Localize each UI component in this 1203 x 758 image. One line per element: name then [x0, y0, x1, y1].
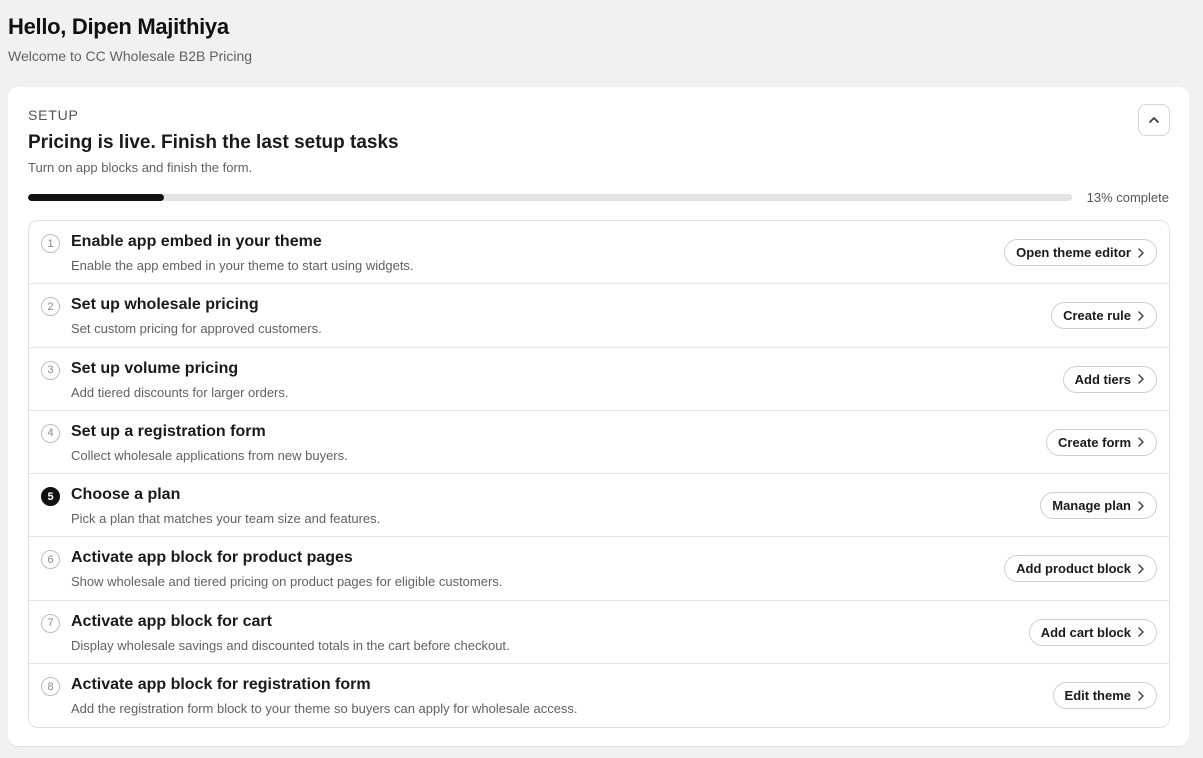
task-list: 1 Enable app embed in your theme Enable … — [28, 220, 1170, 729]
page-header: Hello, Dipen Majithiya Welcome to CC Who… — [8, 14, 252, 64]
setup-card: SETUP Pricing is live. Finish the last s… — [8, 87, 1189, 746]
chevron-up-icon — [1149, 117, 1159, 123]
task-row: 1 Enable app embed in your theme Enable … — [29, 221, 1169, 285]
task-description: Display wholesale savings and discounted… — [71, 637, 510, 653]
task-title: Activate app block for cart — [71, 612, 272, 630]
task-description: Show wholesale and tiered pricing on pro… — [71, 574, 503, 590]
task-step-number: 2 — [41, 297, 60, 317]
progress-bar — [28, 194, 1072, 201]
task-action-label: Edit theme — [1064, 688, 1131, 704]
task-action-label: Manage plan — [1052, 498, 1131, 514]
task-step-number: 1 — [41, 234, 60, 253]
chevron-right-icon — [1138, 311, 1144, 321]
task-step-number: 5 — [41, 487, 60, 507]
chevron-right-icon — [1138, 564, 1144, 574]
chevron-right-icon — [1138, 437, 1144, 448]
welcome-text: Welcome to CC Wholesale B2B Pricing — [8, 48, 253, 64]
task-step-number: 4 — [41, 423, 60, 443]
task-action-button[interactable]: Create form — [1046, 428, 1157, 456]
chevron-right-icon — [1138, 374, 1144, 384]
progress-text: 13% complete — [1086, 190, 1169, 205]
task-action-label: Add product block — [1016, 561, 1131, 577]
setup-title: Pricing is live. Finish the last setup t… — [28, 132, 399, 153]
task-description: Collect wholesale applications from new … — [71, 447, 348, 463]
task-description: Add the registration form block to your … — [71, 701, 578, 717]
task-action-label: Open theme editor — [1016, 245, 1131, 260]
task-title: Set up volume pricing — [71, 359, 239, 377]
task-action-button[interactable]: Open theme editor — [1004, 239, 1157, 266]
task-row: 4 Set up a registration form Collect who… — [29, 410, 1169, 475]
task-action-button[interactable]: Create rule — [1051, 302, 1157, 330]
collapse-button[interactable] — [1138, 104, 1170, 136]
task-description: Add tiered discounts for larger orders. — [71, 384, 289, 400]
task-action-label: Create form — [1058, 434, 1131, 450]
task-step-number: 3 — [41, 360, 60, 380]
chevron-right-icon — [1138, 247, 1144, 258]
task-action-label: Add tiers — [1074, 371, 1131, 387]
task-row: 5 Choose a plan Pick a plan that matches… — [29, 474, 1169, 538]
task-title: Activate app block for registration form — [71, 676, 371, 694]
task-step-number: 8 — [41, 677, 60, 697]
task-description: Enable the app embed in your theme to st… — [71, 258, 414, 273]
task-row: 3 Set up volume pricing Add tiered disco… — [29, 347, 1169, 411]
task-action-button[interactable]: Manage plan — [1040, 492, 1157, 520]
task-action-label: Create rule — [1063, 308, 1131, 324]
task-row: 6 Activate app block for product pages S… — [29, 537, 1169, 601]
task-description: Set custom pricing for approved customer… — [71, 321, 322, 337]
progress-fill — [28, 194, 164, 201]
task-action-button[interactable]: Add tiers — [1062, 365, 1157, 393]
task-action-button[interactable]: Edit theme — [1052, 682, 1157, 710]
task-action-button[interactable]: Add product block — [1004, 555, 1157, 583]
task-title: Choose a plan — [71, 486, 181, 504]
chevron-right-icon — [1138, 500, 1144, 511]
task-action-button[interactable]: Add cart block — [1028, 618, 1157, 646]
task-row: 2 Set up wholesale pricing Set custom pr… — [29, 284, 1169, 348]
task-row: 8 Activate app block for registration fo… — [29, 664, 1169, 728]
task-title: Set up wholesale pricing — [71, 296, 259, 314]
task-title: Set up a registration form — [71, 422, 266, 440]
task-title: Activate app block for product pages — [71, 549, 353, 567]
task-description: Pick a plan that matches your team size … — [71, 511, 381, 527]
chevron-right-icon — [1138, 627, 1144, 638]
chevron-right-icon — [1138, 690, 1144, 701]
page-title: Hello, Dipen Majithiya — [8, 14, 229, 39]
setup-subtitle: Turn on app blocks and finish the form. — [28, 160, 253, 175]
task-step-number: 6 — [41, 550, 60, 570]
setup-label: SETUP — [28, 107, 79, 123]
task-row: 7 Activate app block for cart Display wh… — [29, 600, 1169, 665]
task-title: Enable app embed in your theme — [71, 233, 322, 250]
task-action-label: Add cart block — [1040, 624, 1131, 640]
task-step-number: 7 — [41, 613, 60, 633]
